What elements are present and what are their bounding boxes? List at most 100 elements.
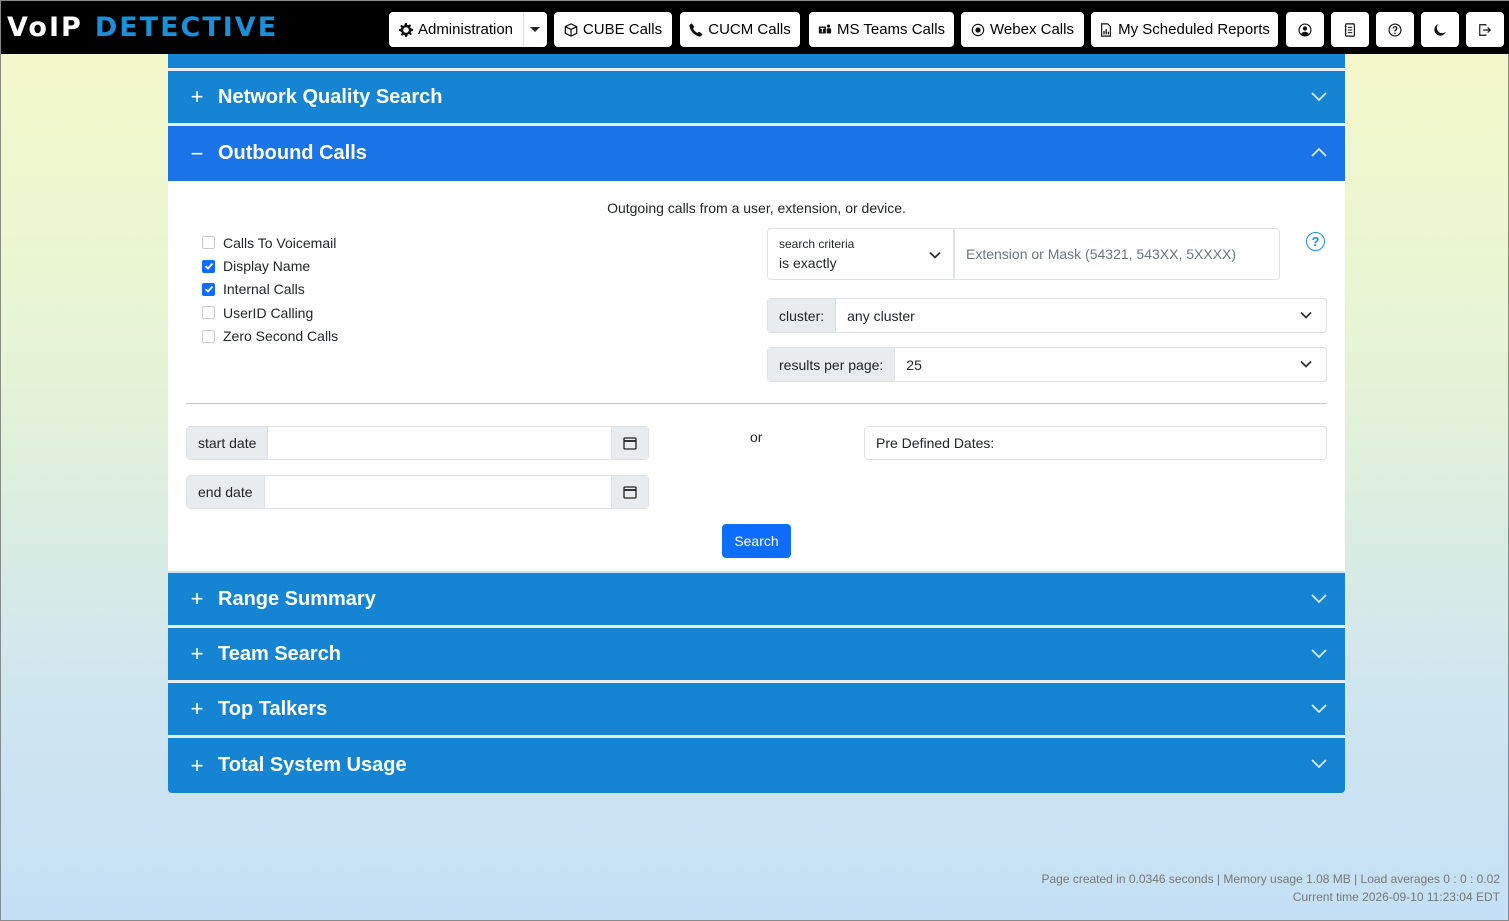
end-date-calendar-button[interactable] — [611, 476, 648, 508]
start-date-group: start date — [186, 426, 649, 460]
administration-button[interactable]: Administration — [389, 12, 523, 47]
logout-button[interactable] — [1466, 12, 1504, 47]
accordion-network-quality-search[interactable]: + Network Quality Search — [168, 71, 1345, 126]
plus-icon: + — [190, 752, 204, 778]
end-date-group: end date — [186, 475, 649, 509]
search-criteria-value: is exactly — [779, 255, 837, 271]
notes-button[interactable] — [1331, 12, 1369, 47]
plus-icon: + — [190, 641, 204, 666]
chevron-down-icon — [929, 251, 941, 259]
my-scheduled-reports-button[interactable]: My Scheduled Reports — [1091, 12, 1278, 47]
accordion-outbound-calls[interactable]: − Outbound Calls — [168, 126, 1345, 181]
cluster-value: any cluster — [847, 307, 915, 324]
calendar-icon — [623, 437, 637, 450]
ms-teams-calls-button[interactable]: MS Teams Calls — [809, 12, 954, 47]
accordion-title: Outbound Calls — [218, 142, 367, 164]
search-button[interactable]: Search — [722, 524, 791, 558]
webex-calls-label: Webex Calls — [990, 21, 1074, 38]
page-footer: Page created in 0.0346 seconds | Memory … — [1041, 870, 1500, 906]
current-time: Current time 2026-09-10 11:23:04 EDT — [1292, 890, 1500, 904]
box-icon — [564, 22, 578, 37]
user-circle-icon — [1298, 22, 1312, 37]
results-per-page-select[interactable]: 25 — [895, 348, 1326, 381]
accordion-title: Total System Usage — [218, 754, 407, 776]
top-navbar: VoIP DETECTIVE Administration CUBE Calls… — [1, 1, 1509, 54]
checkbox-label: Internal Calls — [223, 281, 305, 298]
help-icon[interactable]: ? — [1306, 232, 1325, 251]
predefined-dates-select[interactable]: Pre Defined Dates: — [864, 426, 1327, 460]
check-icon — [204, 262, 213, 270]
logout-icon — [1479, 23, 1492, 36]
report-file-icon — [1101, 22, 1112, 37]
logo-detective-text: DETECTIVE — [94, 11, 279, 43]
cluster-select-group: cluster: any cluster — [767, 298, 1327, 333]
cluster-label: cluster: — [768, 299, 837, 332]
check-icon — [204, 286, 213, 294]
my-scheduled-reports-label: My Scheduled Reports — [1118, 21, 1270, 38]
cucm-calls-button[interactable]: CUCM Calls — [680, 12, 800, 47]
checkbox[interactable] — [202, 282, 215, 296]
outbound-description: Outgoing calls from a user, extension, o… — [607, 200, 906, 216]
end-date-input[interactable] — [265, 476, 612, 508]
checkbox-calls-to-voicemail[interactable]: Calls To Voicemail — [202, 231, 338, 254]
accordion-total-system-usage[interactable]: + Total System Usage — [168, 738, 1345, 793]
extension-input[interactable]: Extension or Mask (54321, 543XX, 5XXXX) — [954, 228, 1280, 280]
chevron-down-icon — [1311, 759, 1327, 769]
accordion-top-talkers[interactable]: + Top Talkers — [168, 683, 1345, 738]
chevron-down-icon — [1300, 311, 1312, 319]
checkbox-internal-calls[interactable]: Internal Calls — [202, 278, 338, 301]
cucm-calls-label: CUCM Calls — [708, 21, 791, 38]
start-date-calendar-button[interactable] — [611, 427, 648, 459]
checkbox-label: Display Name — [223, 258, 311, 275]
option-checkboxes: Calls To Voicemail Display Name Internal… — [202, 231, 338, 348]
checkbox[interactable] — [202, 236, 215, 250]
accordion-team-search[interactable]: + Team Search — [168, 628, 1345, 683]
chevron-down-icon — [1300, 360, 1312, 368]
chevron-up-icon — [1311, 147, 1327, 157]
search-criteria-select[interactable]: search criteria is exactly — [767, 228, 954, 280]
checkbox-label: UserID Calling — [223, 304, 314, 321]
accordion-title: Team Search — [218, 642, 342, 665]
divider — [186, 403, 1327, 404]
checkbox[interactable] — [202, 306, 215, 320]
checkbox[interactable] — [202, 259, 215, 273]
profile-button[interactable] — [1286, 12, 1324, 47]
checkbox[interactable] — [202, 329, 215, 343]
chevron-down-icon — [1311, 704, 1327, 714]
cube-calls-button[interactable]: CUBE Calls — [554, 12, 672, 47]
chevron-down-icon — [1311, 92, 1327, 102]
gear-icon — [398, 22, 413, 37]
outbound-calls-panel: Outgoing calls from a user, extension, o… — [168, 181, 1345, 573]
cube-calls-label: CUBE Calls — [582, 21, 663, 38]
accordion-range-summary[interactable]: + Range Summary — [168, 573, 1345, 628]
record-circle-icon — [971, 23, 985, 36]
administration-dropdown-toggle[interactable] — [523, 12, 547, 47]
checkbox-zero-second-calls[interactable]: Zero Second Calls — [202, 325, 338, 348]
caret-down-icon — [530, 27, 540, 32]
checkbox-label: Zero Second Calls — [223, 328, 339, 345]
minus-icon: − — [190, 140, 204, 166]
logo-voip-text: VoIP — [7, 11, 83, 43]
webex-calls-button[interactable]: Webex Calls — [961, 12, 1084, 47]
end-date-label: end date — [187, 476, 265, 508]
chevron-down-icon — [1311, 594, 1327, 604]
start-date-label: start date — [187, 427, 269, 459]
cluster-select[interactable]: any cluster — [836, 299, 1326, 332]
previous-accordion-item-edge[interactable] — [168, 54, 1345, 71]
ms-teams-calls-label: MS Teams Calls — [836, 21, 946, 38]
plus-icon: + — [190, 84, 204, 109]
accordion-title: Top Talkers — [218, 697, 328, 720]
accordion-title: Range Summary — [218, 587, 376, 610]
help-button[interactable] — [1376, 12, 1414, 47]
plus-icon: + — [190, 696, 204, 721]
start-date-input[interactable] — [268, 427, 611, 459]
search-accordion: + Network Quality Search − Outbound Call… — [168, 54, 1345, 793]
checkbox-userid-calling[interactable]: UserID Calling — [202, 301, 338, 324]
accordion-title: Network Quality Search — [218, 85, 443, 108]
results-per-page-value: 25 — [906, 356, 922, 373]
question-circle-icon — [1388, 22, 1402, 37]
search-criteria-label: search criteria — [779, 237, 855, 251]
checkbox-display-name[interactable]: Display Name — [202, 254, 338, 277]
dark-mode-toggle[interactable] — [1421, 12, 1459, 47]
logo[interactable]: VoIP DETECTIVE — [7, 9, 278, 45]
